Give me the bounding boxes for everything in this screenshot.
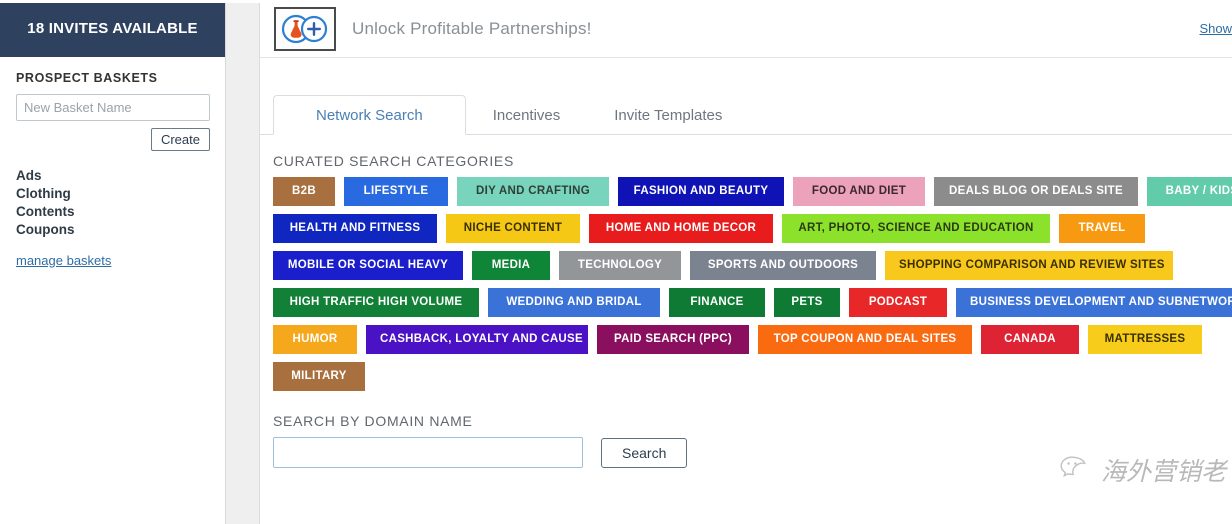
- list-item[interactable]: Clothing: [16, 185, 209, 203]
- tab-network-search[interactable]: Network Search: [273, 95, 466, 135]
- create-basket-row: Create: [16, 128, 210, 151]
- category-button[interactable]: BABY / KIDS: [1147, 177, 1232, 206]
- curated-categories-label: CURATED SEARCH CATEGORIES: [273, 153, 1232, 169]
- category-button[interactable]: CASHBACK, LOYALTY AND CAUSE: [366, 325, 588, 354]
- tab-bar: Network Search Incentives Invite Templat…: [260, 87, 1232, 135]
- domain-search-row: Search: [273, 437, 1232, 468]
- category-button[interactable]: HOME AND HOME DECOR: [589, 214, 773, 243]
- show-promo-link[interactable]: Show: [1199, 21, 1232, 36]
- promo-headline: Unlock Profitable Partnerships!: [352, 19, 592, 39]
- list-item[interactable]: Ads: [16, 167, 209, 185]
- basket-list: Ads Clothing Contents Coupons: [16, 167, 209, 239]
- main-content: Unlock Profitable Partnerships! Show Net…: [260, 0, 1232, 524]
- invites-available-banner: 18 INVITES AVAILABLE: [0, 0, 225, 57]
- left-sidebar: 18 INVITES AVAILABLE PROSPECT BASKETS Cr…: [0, 0, 226, 524]
- category-button[interactable]: SHOPPING COMPARISON AND REVIEW SITES: [885, 251, 1173, 280]
- app-root: 18 INVITES AVAILABLE PROSPECT BASKETS Cr…: [0, 0, 1232, 524]
- category-button[interactable]: TECHNOLOGY: [559, 251, 681, 280]
- category-button[interactable]: WEDDING AND BRIDAL: [488, 288, 660, 317]
- category-button[interactable]: FASHION AND BEAUTY: [618, 177, 784, 206]
- tab-incentives[interactable]: Incentives: [466, 95, 588, 135]
- category-button[interactable]: TRAVEL: [1059, 214, 1145, 243]
- search-by-domain-label: SEARCH BY DOMAIN NAME: [273, 413, 1232, 429]
- category-button[interactable]: FINANCE: [669, 288, 765, 317]
- category-button[interactable]: HEALTH AND FITNESS: [273, 214, 437, 243]
- content-gutter: [226, 0, 260, 524]
- category-button[interactable]: ART, PHOTO, SCIENCE AND EDUCATION: [782, 214, 1050, 243]
- new-basket-name-input[interactable]: [16, 94, 210, 121]
- category-button[interactable]: PODCAST: [849, 288, 947, 317]
- category-button-grid: B2B LIFESTYLE DIY AND CRAFTING FASHION AND …: [273, 177, 1232, 391]
- create-basket-button[interactable]: Create: [151, 128, 210, 151]
- category-button[interactable]: DIY AND CRAFTING: [457, 177, 609, 206]
- category-row: HIGH TRAFFIC HIGH VOLUME WEDDING AND BRID…: [273, 288, 1232, 317]
- category-row: B2B LIFESTYLE DIY AND CRAFTING FASHION AND …: [273, 177, 1232, 206]
- category-row: HEALTH AND FITNESS NICHE CONTENT HOME AND …: [273, 214, 1232, 243]
- flask-plus-logo-icon: [274, 7, 336, 51]
- category-button[interactable]: SPORTS AND OUTDOORS: [690, 251, 876, 280]
- top-strip: [0, 0, 1232, 3]
- list-item[interactable]: Contents: [16, 203, 209, 221]
- manage-baskets-link[interactable]: manage baskets: [16, 253, 111, 268]
- category-button[interactable]: FOOD AND DIET: [793, 177, 925, 206]
- category-button[interactable]: PETS: [774, 288, 840, 317]
- category-button[interactable]: PAID SEARCH (PPC): [597, 325, 749, 354]
- category-button[interactable]: DEALS BLOG OR DEALS SITE: [934, 177, 1138, 206]
- category-button[interactable]: HIGH TRAFFIC HIGH VOLUME: [273, 288, 479, 317]
- search-button[interactable]: Search: [601, 438, 687, 468]
- category-button[interactable]: TOP COUPON AND DEAL SITES: [758, 325, 972, 354]
- category-button[interactable]: B2B: [273, 177, 335, 206]
- domain-name-input[interactable]: [273, 437, 583, 468]
- category-button[interactable]: HUMOR: [273, 325, 357, 354]
- category-button[interactable]: MATTRESSES: [1088, 325, 1202, 354]
- tab-invite-templates[interactable]: Invite Templates: [587, 95, 749, 135]
- category-button[interactable]: MEDIA: [472, 251, 550, 280]
- prospect-baskets-title: PROSPECT BASKETS: [16, 71, 209, 85]
- list-item[interactable]: Coupons: [16, 221, 209, 239]
- category-row: MOBILE OR SOCIAL HEAVY MEDIA TECHNOLOGY SPO…: [273, 251, 1232, 280]
- category-button[interactable]: LIFESTYLE: [344, 177, 448, 206]
- category-button[interactable]: MILITARY: [273, 362, 365, 391]
- sidebar-body: PROSPECT BASKETS Create Ads Clothing Con…: [0, 71, 225, 270]
- category-row: MILITARY: [273, 362, 1232, 391]
- category-button[interactable]: NICHE CONTENT: [446, 214, 580, 243]
- category-row: HUMOR CASHBACK, LOYALTY AND CAUSE PAID SEA…: [273, 325, 1232, 354]
- category-button[interactable]: MOBILE OR SOCIAL HEAVY: [273, 251, 463, 280]
- category-button[interactable]: CANADA: [981, 325, 1079, 354]
- promo-banner: Unlock Profitable Partnerships! Show: [260, 0, 1232, 58]
- category-button[interactable]: BUSINESS DEVELOPMENT AND SUBNETWORKS: [956, 288, 1232, 317]
